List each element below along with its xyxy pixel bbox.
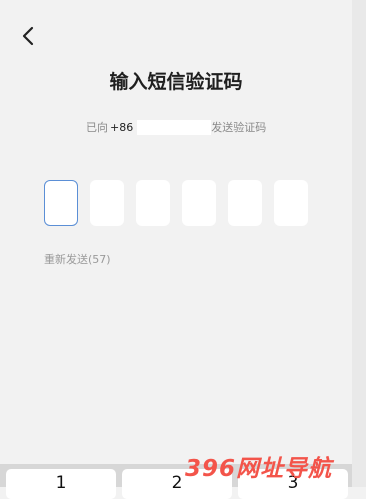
key-1-label: 1 — [55, 473, 67, 493]
back-button[interactable] — [14, 22, 42, 50]
phone-country-code: +86 — [110, 120, 134, 134]
page-title: 输入短信验证码 — [109, 71, 243, 93]
key-2-label: 2 — [171, 473, 183, 493]
sent-prefix: 已向 — [86, 121, 108, 134]
otp-digit-1[interactable] — [44, 180, 78, 226]
chevron-left-icon — [22, 26, 34, 46]
right-edge-strip — [352, 0, 366, 487]
otp-digit-2[interactable] — [90, 180, 124, 226]
otp-digit-6[interactable] — [274, 180, 308, 226]
sent-suffix: 发送验证码 — [211, 121, 267, 134]
otp-digit-5[interactable] — [228, 180, 262, 226]
sms-sent-info: 已向 +86 发送验证码 — [86, 119, 266, 135]
resend-countdown[interactable]: 重新发送(57) — [44, 251, 111, 267]
watermark-logo: 396网址导航 — [185, 456, 333, 482]
otp-digit-3[interactable] — [136, 180, 170, 226]
key-1[interactable]: 1 — [6, 469, 116, 499]
phone-number-mask — [137, 119, 212, 135]
otp-digit-4[interactable] — [182, 180, 216, 226]
